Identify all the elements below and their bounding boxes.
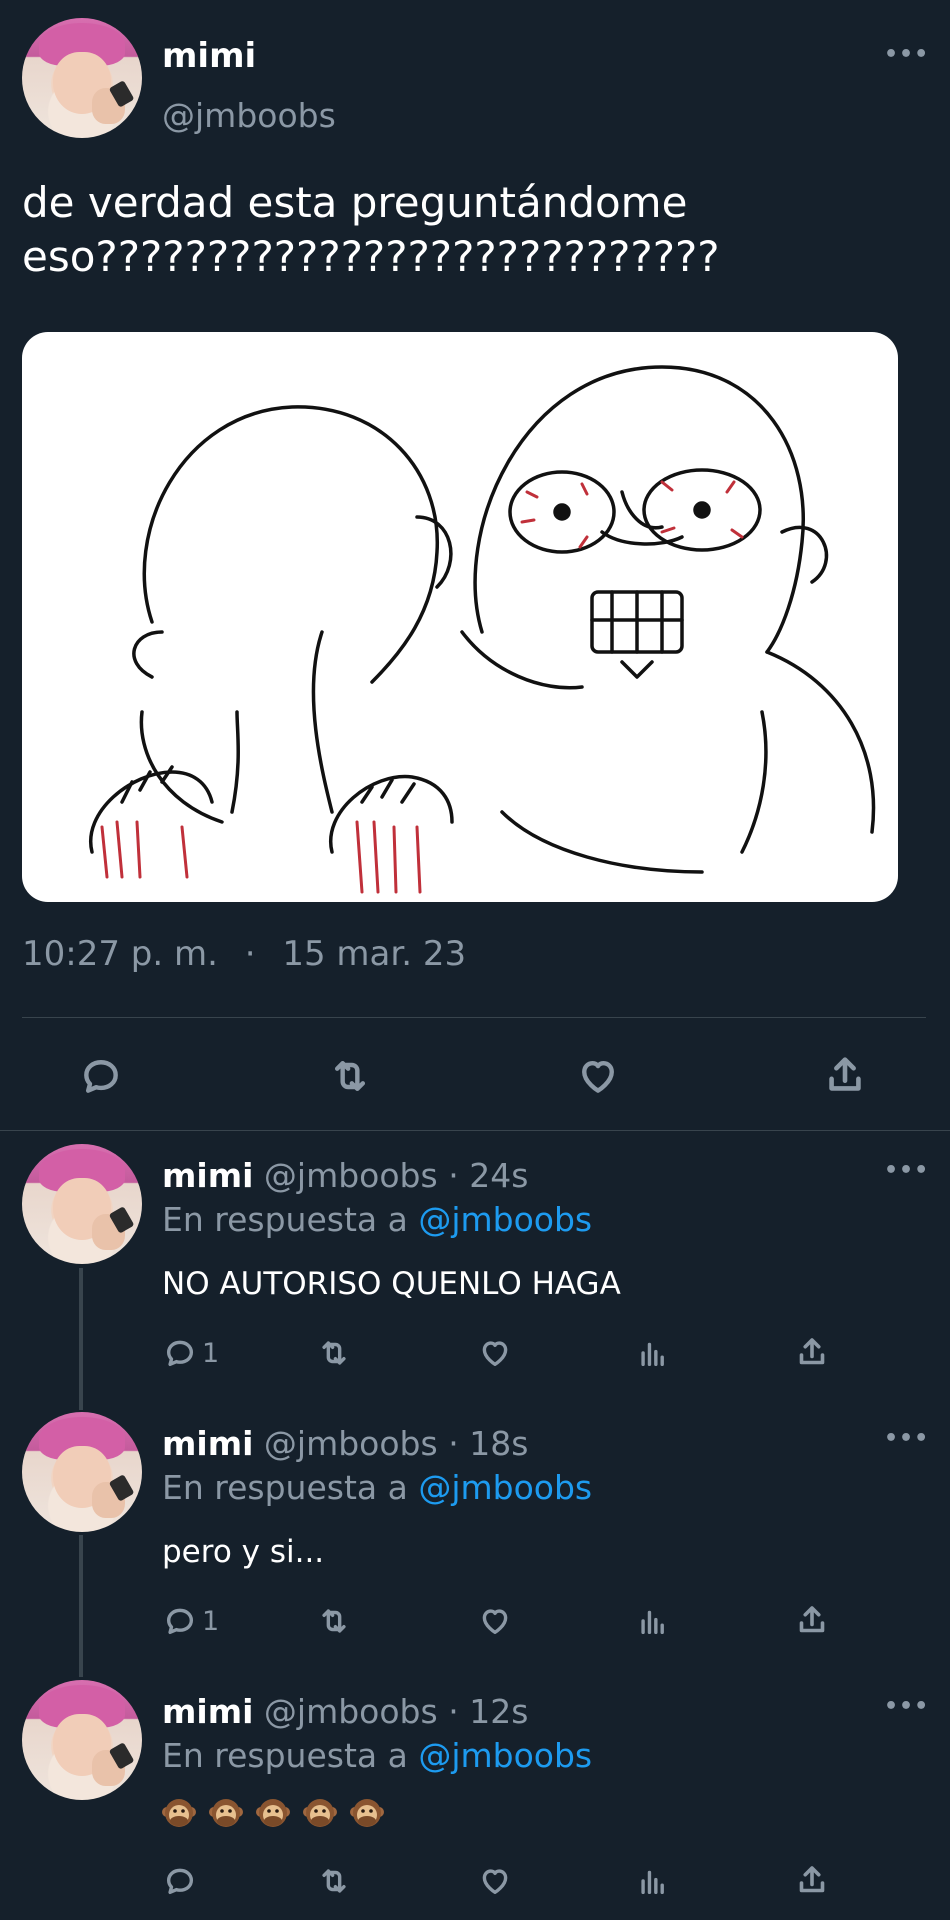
header-dot: · bbox=[448, 1692, 459, 1731]
speak-no-evil-monkey-icon bbox=[162, 1796, 196, 1830]
more-options-button[interactable]: ••• bbox=[884, 42, 929, 67]
more-options-button[interactable]: ••• bbox=[884, 1158, 929, 1183]
retweet-button[interactable] bbox=[314, 1336, 354, 1370]
retweet-icon bbox=[334, 1060, 366, 1092]
divider bbox=[0, 1130, 950, 1131]
retweet-button[interactable] bbox=[314, 1864, 354, 1898]
reply-icon bbox=[84, 1060, 118, 1093]
share-button[interactable] bbox=[794, 1334, 830, 1370]
timestamp-separator: · bbox=[244, 934, 256, 974]
share-button[interactable] bbox=[794, 1602, 830, 1638]
analytics-icon bbox=[641, 1610, 664, 1635]
reply-header: mimi @jmboobs · 24s bbox=[162, 1156, 528, 1195]
reply-icon bbox=[166, 1868, 194, 1895]
like-icon bbox=[582, 1060, 614, 1093]
reply-count: 1 bbox=[202, 1605, 220, 1637]
replying-to: En respuesta a @jmboobs bbox=[162, 1736, 592, 1775]
reply-avatar[interactable] bbox=[22, 1412, 142, 1532]
replying-to-label: En respuesta a bbox=[162, 1468, 408, 1507]
tweet-text-line: eso???????????????????????????? bbox=[22, 232, 720, 281]
reply-age[interactable]: 24s bbox=[469, 1156, 528, 1195]
tweet-time[interactable]: 10:27 p. m. bbox=[22, 934, 218, 974]
reply-handle[interactable]: @jmboobs bbox=[264, 1156, 438, 1195]
reply-age[interactable]: 18s bbox=[469, 1424, 528, 1463]
meme-drawing bbox=[88, 365, 876, 894]
analytics-icon bbox=[641, 1342, 664, 1367]
reply-handle[interactable]: @jmboobs bbox=[264, 1692, 438, 1731]
share-icon bbox=[799, 1338, 825, 1365]
like-button[interactable] bbox=[476, 1864, 514, 1898]
reply-icon bbox=[166, 1340, 194, 1367]
more-options-button[interactable]: ••• bbox=[884, 1426, 929, 1451]
author-handle[interactable]: @jmboobs bbox=[162, 96, 336, 135]
replying-to: En respuesta a @jmboobs bbox=[162, 1468, 592, 1507]
retweet-icon bbox=[322, 1869, 346, 1893]
like-button[interactable] bbox=[574, 1054, 622, 1098]
reply-button[interactable] bbox=[162, 1864, 198, 1898]
retweet-icon bbox=[322, 1609, 346, 1633]
like-icon bbox=[482, 1609, 508, 1635]
like-button[interactable] bbox=[476, 1336, 514, 1370]
reply-button[interactable]: 1 bbox=[162, 1336, 219, 1370]
reply-text: NO AUTORISO QUENLO HAGA bbox=[162, 1266, 621, 1302]
retweet-icon bbox=[322, 1341, 346, 1365]
share-button[interactable] bbox=[822, 1052, 868, 1098]
replying-to-label: En respuesta a bbox=[162, 1200, 408, 1239]
analytics-button[interactable] bbox=[636, 1604, 670, 1638]
reply-avatar[interactable] bbox=[22, 1144, 142, 1264]
reply-text: pero y si... bbox=[162, 1534, 325, 1570]
thread-connector bbox=[79, 1268, 83, 1410]
share-icon bbox=[799, 1606, 825, 1633]
more-options-button[interactable]: ••• bbox=[884, 1694, 929, 1719]
reply-display-name[interactable]: mimi bbox=[162, 1156, 253, 1195]
tweet-date[interactable]: 15 mar. 23 bbox=[282, 934, 466, 974]
author-display-name[interactable]: mimi bbox=[162, 36, 256, 76]
reply-button[interactable] bbox=[78, 1054, 124, 1098]
reply-handle[interactable]: @jmboobs bbox=[264, 1424, 438, 1463]
like-button[interactable] bbox=[476, 1604, 514, 1638]
like-icon bbox=[482, 1341, 508, 1367]
replying-to-label: En respuesta a bbox=[162, 1736, 408, 1775]
reply-display-name[interactable]: mimi bbox=[162, 1424, 253, 1463]
retweet-button[interactable] bbox=[325, 1054, 375, 1098]
tweet-text: de verdad esta preguntándome eso????????… bbox=[22, 176, 720, 284]
tweet-timestamp[interactable]: 10:27 p. m. · 15 mar. 23 bbox=[22, 934, 466, 974]
analytics-button[interactable] bbox=[636, 1336, 670, 1370]
reply-age[interactable]: 12s bbox=[469, 1692, 528, 1731]
thread-connector bbox=[79, 1535, 83, 1677]
header-dot: · bbox=[448, 1156, 459, 1195]
share-icon bbox=[829, 1057, 861, 1091]
author-avatar[interactable] bbox=[22, 18, 142, 138]
like-icon bbox=[482, 1869, 508, 1895]
reply-header: mimi @jmboobs · 18s bbox=[162, 1424, 528, 1463]
reply-display-name[interactable]: mimi bbox=[162, 1692, 253, 1731]
replying-to-handle[interactable]: @jmboobs bbox=[418, 1468, 592, 1507]
replying-to-handle[interactable]: @jmboobs bbox=[418, 1200, 592, 1239]
replying-to: En respuesta a @jmboobs bbox=[162, 1200, 592, 1239]
reply-emoji-row bbox=[162, 1796, 397, 1832]
reply-count: 1 bbox=[202, 1337, 220, 1369]
reply-button[interactable]: 1 bbox=[162, 1604, 219, 1638]
tweet-text-line: de verdad esta preguntándome bbox=[22, 178, 688, 227]
divider bbox=[22, 1017, 926, 1018]
analytics-icon bbox=[641, 1870, 664, 1895]
share-icon bbox=[799, 1866, 825, 1893]
speak-no-evil-monkey-icon bbox=[303, 1796, 337, 1830]
speak-no-evil-monkey-icon bbox=[350, 1796, 384, 1830]
reply-header: mimi @jmboobs · 12s bbox=[162, 1692, 528, 1731]
tweet-image[interactable] bbox=[22, 332, 898, 902]
share-button[interactable] bbox=[794, 1862, 830, 1898]
header-dot: · bbox=[448, 1424, 459, 1463]
reply-avatar[interactable] bbox=[22, 1680, 142, 1800]
analytics-button[interactable] bbox=[636, 1864, 670, 1898]
reply-icon bbox=[166, 1608, 194, 1635]
speak-no-evil-monkey-icon bbox=[209, 1796, 243, 1830]
speak-no-evil-monkey-icon bbox=[256, 1796, 290, 1830]
replying-to-handle[interactable]: @jmboobs bbox=[418, 1736, 592, 1775]
retweet-button[interactable] bbox=[314, 1604, 354, 1638]
